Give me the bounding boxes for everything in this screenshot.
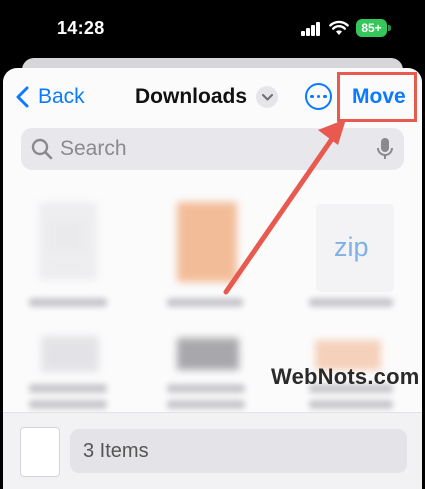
image-thumbnail	[41, 336, 99, 372]
files-sheet: Back Downloads Move Search zip 3 Items	[3, 68, 422, 489]
status-time: 14:28	[57, 18, 105, 38]
search-icon	[31, 138, 53, 160]
image-thumbnail	[177, 338, 239, 370]
battery-tip-icon	[388, 25, 391, 31]
microphone-icon[interactable]	[376, 137, 394, 161]
file-item[interactable]	[25, 194, 113, 314]
status-bar: 14:28 85+	[0, 0, 425, 62]
file-name-blurred	[309, 400, 393, 409]
document-thumbnail-lines	[47, 216, 87, 256]
file-item[interactable]	[25, 330, 113, 410]
back-button[interactable]: Back	[15, 82, 85, 112]
wifi-icon	[329, 20, 349, 35]
file-name-blurred	[29, 384, 107, 393]
items-count-field: 3 Items	[70, 429, 407, 473]
file-name-blurred	[29, 400, 107, 409]
file-item[interactable]	[163, 330, 251, 410]
title-menu[interactable]: Downloads	[135, 82, 279, 112]
back-label: Back	[38, 85, 85, 108]
search-input[interactable]	[60, 137, 360, 161]
search-bar[interactable]	[21, 128, 404, 170]
file-name-blurred	[29, 298, 107, 307]
zip-document-icon: zip	[316, 204, 394, 292]
move-button[interactable]: Move	[352, 82, 406, 112]
cellular-signal-icon	[301, 22, 321, 36]
battery-indicator: 85+	[356, 19, 387, 37]
file-name-blurred	[167, 298, 243, 307]
file-item[interactable]	[163, 194, 251, 314]
page-title: Downloads	[135, 85, 248, 108]
chevron-left-icon	[16, 86, 29, 108]
ellipsis-dot	[323, 94, 327, 99]
more-options-button[interactable]	[305, 83, 332, 110]
file-name-blurred	[309, 298, 393, 307]
zip-icon-label: zip	[334, 232, 369, 262]
watermark: WebNots.com	[271, 364, 420, 389]
file-name-blurred	[167, 384, 245, 393]
image-thumbnail	[177, 202, 237, 282]
selected-item-thumbnail	[20, 427, 60, 477]
ellipsis-dot	[316, 94, 321, 99]
file-name-blurred	[167, 400, 245, 409]
bottom-toolbar: 3 Items	[3, 412, 422, 489]
items-count: 3 Items	[83, 440, 149, 462]
chevron-down-icon	[256, 86, 279, 108]
ellipsis-dot	[310, 94, 314, 99]
